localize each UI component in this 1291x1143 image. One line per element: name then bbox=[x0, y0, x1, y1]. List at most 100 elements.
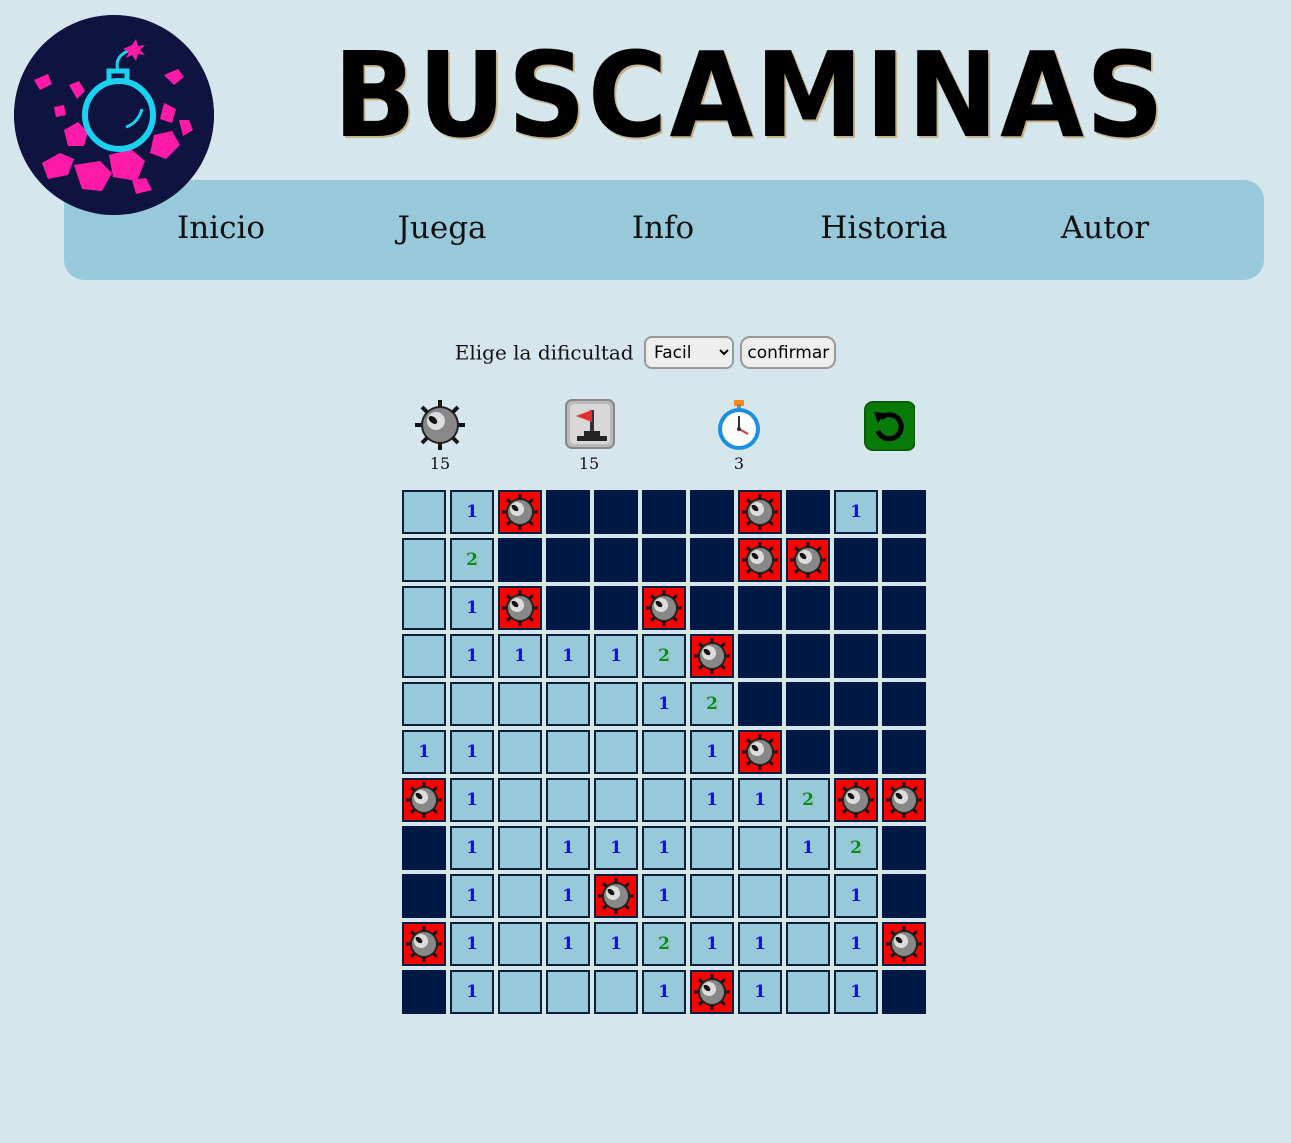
number-cell[interactable]: 1 bbox=[640, 968, 688, 1016]
empty-cell[interactable] bbox=[496, 776, 544, 824]
empty-cell[interactable] bbox=[496, 872, 544, 920]
number-cell[interactable]: 2 bbox=[640, 632, 688, 680]
number-cell[interactable]: 1 bbox=[736, 968, 784, 1016]
hidden-cell[interactable] bbox=[544, 536, 592, 584]
mine-cell[interactable] bbox=[640, 584, 688, 632]
mine-cell[interactable] bbox=[400, 776, 448, 824]
empty-cell[interactable] bbox=[784, 968, 832, 1016]
number-cell[interactable]: 1 bbox=[832, 920, 880, 968]
mine-cell[interactable] bbox=[592, 872, 640, 920]
hidden-cell[interactable] bbox=[784, 728, 832, 776]
hidden-cell[interactable] bbox=[832, 632, 880, 680]
hidden-cell[interactable] bbox=[880, 872, 928, 920]
hidden-cell[interactable] bbox=[832, 584, 880, 632]
nav-item-info[interactable]: Info bbox=[563, 180, 763, 280]
hidden-cell[interactable] bbox=[880, 728, 928, 776]
number-cell[interactable]: 1 bbox=[400, 728, 448, 776]
hidden-cell[interactable] bbox=[832, 536, 880, 584]
hidden-cell[interactable] bbox=[736, 632, 784, 680]
number-cell[interactable]: 2 bbox=[688, 680, 736, 728]
mine-cell[interactable] bbox=[400, 920, 448, 968]
number-cell[interactable]: 1 bbox=[688, 920, 736, 968]
hidden-cell[interactable] bbox=[688, 536, 736, 584]
number-cell[interactable]: 1 bbox=[448, 728, 496, 776]
empty-cell[interactable] bbox=[736, 872, 784, 920]
hidden-cell[interactable] bbox=[880, 968, 928, 1016]
hidden-cell[interactable] bbox=[784, 488, 832, 536]
mine-cell[interactable] bbox=[784, 536, 832, 584]
hidden-cell[interactable] bbox=[832, 680, 880, 728]
number-cell[interactable]: 1 bbox=[640, 872, 688, 920]
mine-cell[interactable] bbox=[496, 584, 544, 632]
nav-item-juega[interactable]: Juega bbox=[342, 180, 542, 280]
number-cell[interactable]: 1 bbox=[736, 776, 784, 824]
empty-cell[interactable] bbox=[448, 680, 496, 728]
number-cell[interactable]: 1 bbox=[448, 488, 496, 536]
hidden-cell[interactable] bbox=[880, 824, 928, 872]
mine-cell[interactable] bbox=[688, 632, 736, 680]
empty-cell[interactable] bbox=[400, 680, 448, 728]
number-cell[interactable]: 1 bbox=[592, 632, 640, 680]
empty-cell[interactable] bbox=[400, 536, 448, 584]
empty-cell[interactable] bbox=[400, 584, 448, 632]
empty-cell[interactable] bbox=[592, 728, 640, 776]
number-cell[interactable]: 1 bbox=[784, 824, 832, 872]
mine-cell[interactable] bbox=[880, 776, 928, 824]
mine-cell[interactable] bbox=[736, 536, 784, 584]
hidden-cell[interactable] bbox=[544, 584, 592, 632]
number-cell[interactable]: 1 bbox=[688, 728, 736, 776]
number-cell[interactable]: 1 bbox=[544, 824, 592, 872]
number-cell[interactable]: 1 bbox=[640, 824, 688, 872]
number-cell[interactable]: 1 bbox=[544, 920, 592, 968]
hidden-cell[interactable] bbox=[592, 488, 640, 536]
empty-cell[interactable] bbox=[544, 776, 592, 824]
mine-cell[interactable] bbox=[832, 776, 880, 824]
restart-button[interactable] bbox=[861, 398, 916, 452]
number-cell[interactable]: 1 bbox=[832, 488, 880, 536]
mine-cell[interactable] bbox=[880, 920, 928, 968]
hidden-cell[interactable] bbox=[880, 680, 928, 728]
mine-cell[interactable] bbox=[496, 488, 544, 536]
empty-cell[interactable] bbox=[496, 968, 544, 1016]
number-cell[interactable]: 1 bbox=[736, 920, 784, 968]
number-cell[interactable]: 1 bbox=[592, 824, 640, 872]
number-cell[interactable]: 1 bbox=[448, 872, 496, 920]
empty-cell[interactable] bbox=[544, 968, 592, 1016]
number-cell[interactable]: 1 bbox=[448, 824, 496, 872]
hidden-cell[interactable] bbox=[400, 872, 448, 920]
nav-item-historia[interactable]: Historia bbox=[784, 180, 984, 280]
number-cell[interactable]: 1 bbox=[448, 920, 496, 968]
number-cell[interactable]: 1 bbox=[832, 872, 880, 920]
number-cell[interactable]: 1 bbox=[592, 920, 640, 968]
hidden-cell[interactable] bbox=[880, 488, 928, 536]
hidden-cell[interactable] bbox=[640, 488, 688, 536]
empty-cell[interactable] bbox=[496, 920, 544, 968]
hidden-cell[interactable] bbox=[400, 968, 448, 1016]
empty-cell[interactable] bbox=[544, 680, 592, 728]
hidden-cell[interactable] bbox=[832, 728, 880, 776]
hidden-cell[interactable] bbox=[736, 680, 784, 728]
hidden-cell[interactable] bbox=[496, 536, 544, 584]
hidden-cell[interactable] bbox=[736, 584, 784, 632]
nav-item-autor[interactable]: Autor bbox=[1005, 180, 1205, 280]
confirm-button[interactable]: confirmar bbox=[740, 336, 837, 369]
empty-cell[interactable] bbox=[400, 632, 448, 680]
empty-cell[interactable] bbox=[496, 680, 544, 728]
number-cell[interactable]: 2 bbox=[640, 920, 688, 968]
hidden-cell[interactable] bbox=[880, 632, 928, 680]
number-cell[interactable]: 1 bbox=[496, 632, 544, 680]
hidden-cell[interactable] bbox=[592, 584, 640, 632]
empty-cell[interactable] bbox=[496, 824, 544, 872]
number-cell[interactable]: 1 bbox=[448, 968, 496, 1016]
number-cell[interactable]: 1 bbox=[544, 632, 592, 680]
empty-cell[interactable] bbox=[784, 920, 832, 968]
hidden-cell[interactable] bbox=[688, 584, 736, 632]
empty-cell[interactable] bbox=[640, 728, 688, 776]
hidden-cell[interactable] bbox=[544, 488, 592, 536]
number-cell[interactable]: 1 bbox=[448, 632, 496, 680]
hidden-cell[interactable] bbox=[784, 632, 832, 680]
empty-cell[interactable] bbox=[544, 728, 592, 776]
hidden-cell[interactable] bbox=[880, 536, 928, 584]
number-cell[interactable]: 2 bbox=[448, 536, 496, 584]
hidden-cell[interactable] bbox=[640, 536, 688, 584]
